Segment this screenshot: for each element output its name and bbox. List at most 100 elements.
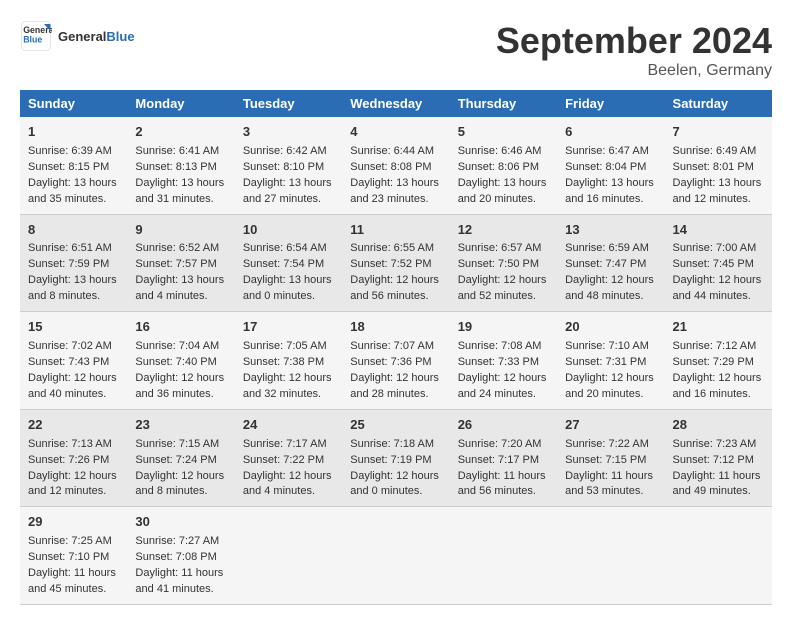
calendar-cell — [450, 507, 557, 605]
day-info: Daylight: 13 hours — [350, 176, 441, 192]
day-info: Sunrise: 6:55 AM — [350, 241, 441, 257]
title-block: September 2024 Beelen, Germany — [496, 20, 772, 80]
calendar-cell: 18Sunrise: 7:07 AMSunset: 7:36 PMDayligh… — [342, 312, 449, 410]
day-number: 23 — [135, 416, 226, 435]
day-info: Daylight: 12 hours — [135, 469, 226, 485]
calendar-cell: 9Sunrise: 6:52 AMSunset: 7:57 PMDaylight… — [127, 214, 234, 312]
day-info: Sunset: 7:22 PM — [243, 453, 334, 469]
day-info: Sunset: 8:01 PM — [673, 160, 764, 176]
day-info: Sunrise: 6:46 AM — [458, 144, 549, 160]
day-info: and 12 minutes. — [28, 484, 119, 500]
day-info: Daylight: 13 hours — [28, 273, 119, 289]
day-info: and 16 minutes. — [673, 387, 764, 403]
calendar-cell: 3Sunrise: 6:42 AMSunset: 8:10 PMDaylight… — [235, 117, 342, 214]
day-info: and 23 minutes. — [350, 192, 441, 208]
calendar-week-row: 1Sunrise: 6:39 AMSunset: 8:15 PMDaylight… — [20, 117, 772, 214]
day-info: Daylight: 13 hours — [243, 273, 334, 289]
day-info: Sunset: 8:08 PM — [350, 160, 441, 176]
day-info: Daylight: 12 hours — [243, 371, 334, 387]
calendar-cell: 20Sunrise: 7:10 AMSunset: 7:31 PMDayligh… — [557, 312, 664, 410]
calendar-cell — [665, 507, 772, 605]
weekday-header: Sunday — [20, 90, 127, 117]
day-info: and 24 minutes. — [458, 387, 549, 403]
day-info: Daylight: 12 hours — [350, 273, 441, 289]
calendar-cell: 5Sunrise: 6:46 AMSunset: 8:06 PMDaylight… — [450, 117, 557, 214]
day-info: Sunrise: 6:57 AM — [458, 241, 549, 257]
location: Beelen, Germany — [496, 62, 772, 80]
calendar-cell: 30Sunrise: 7:27 AMSunset: 7:08 PMDayligh… — [127, 507, 234, 605]
day-info: Sunset: 8:06 PM — [458, 160, 549, 176]
day-number: 25 — [350, 416, 441, 435]
calendar-cell: 17Sunrise: 7:05 AMSunset: 7:38 PMDayligh… — [235, 312, 342, 410]
calendar-cell: 1Sunrise: 6:39 AMSunset: 8:15 PMDaylight… — [20, 117, 127, 214]
day-info: and 49 minutes. — [673, 484, 764, 500]
day-info: Sunset: 7:38 PM — [243, 355, 334, 371]
day-info: Sunset: 7:50 PM — [458, 257, 549, 273]
day-info: Sunrise: 7:12 AM — [673, 339, 764, 355]
day-info: Sunset: 7:47 PM — [565, 257, 656, 273]
calendar-cell: 6Sunrise: 6:47 AMSunset: 8:04 PMDaylight… — [557, 117, 664, 214]
calendar-cell: 28Sunrise: 7:23 AMSunset: 7:12 PMDayligh… — [665, 409, 772, 507]
day-info: and 45 minutes. — [28, 582, 119, 598]
calendar-cell: 19Sunrise: 7:08 AMSunset: 7:33 PMDayligh… — [450, 312, 557, 410]
day-info: Daylight: 11 hours — [28, 566, 119, 582]
day-info: Sunset: 7:31 PM — [565, 355, 656, 371]
day-number: 24 — [243, 416, 334, 435]
day-info: Sunset: 7:17 PM — [458, 453, 549, 469]
day-info: Daylight: 12 hours — [28, 371, 119, 387]
page-header: General Blue GeneralBlue September 2024 … — [20, 20, 772, 80]
day-info: Sunrise: 6:52 AM — [135, 241, 226, 257]
calendar-cell: 10Sunrise: 6:54 AMSunset: 7:54 PMDayligh… — [235, 214, 342, 312]
day-info: Sunrise: 7:07 AM — [350, 339, 441, 355]
day-info: and 48 minutes. — [565, 289, 656, 305]
day-info: Daylight: 12 hours — [565, 273, 656, 289]
day-info: and 28 minutes. — [350, 387, 441, 403]
day-info: and 36 minutes. — [135, 387, 226, 403]
day-info: Sunrise: 7:02 AM — [28, 339, 119, 355]
day-info: Sunrise: 7:10 AM — [565, 339, 656, 355]
day-number: 26 — [458, 416, 549, 435]
day-info: and 32 minutes. — [243, 387, 334, 403]
day-info: Daylight: 12 hours — [458, 371, 549, 387]
day-info: Daylight: 12 hours — [565, 371, 656, 387]
day-info: and 8 minutes. — [28, 289, 119, 305]
day-number: 30 — [135, 513, 226, 532]
day-info: Daylight: 11 hours — [135, 566, 226, 582]
calendar-table: SundayMondayTuesdayWednesdayThursdayFrid… — [20, 90, 772, 605]
day-number: 19 — [458, 318, 549, 337]
calendar-cell: 13Sunrise: 6:59 AMSunset: 7:47 PMDayligh… — [557, 214, 664, 312]
calendar-cell: 27Sunrise: 7:22 AMSunset: 7:15 PMDayligh… — [557, 409, 664, 507]
day-number: 16 — [135, 318, 226, 337]
day-number: 27 — [565, 416, 656, 435]
calendar-cell: 26 Sunrise: 7:20 AMSunset: 7:17 PMDayligh… — [450, 409, 557, 507]
day-number: 12 — [458, 221, 549, 240]
day-info: Sunset: 7:57 PM — [135, 257, 226, 273]
day-info: Daylight: 12 hours — [135, 371, 226, 387]
day-info: Sunset: 7:52 PM — [350, 257, 441, 273]
day-info: Sunrise: 6:39 AM — [28, 144, 119, 160]
day-number: 2 — [135, 123, 226, 142]
day-info: Daylight: 12 hours — [350, 371, 441, 387]
day-info: Daylight: 11 hours — [458, 469, 549, 485]
day-info: and 16 minutes. — [565, 192, 656, 208]
day-info: and 40 minutes. — [28, 387, 119, 403]
weekday-header: Saturday — [665, 90, 772, 117]
calendar-cell: 14Sunrise: 7:00 AMSunset: 7:45 PMDayligh… — [665, 214, 772, 312]
day-info: Sunset: 7:12 PM — [673, 453, 764, 469]
day-info: Daylight: 13 hours — [135, 273, 226, 289]
day-info: Daylight: 13 hours — [135, 176, 226, 192]
day-number: 29 — [28, 513, 119, 532]
day-number: 9 — [135, 221, 226, 240]
weekday-header-row: SundayMondayTuesdayWednesdayThursdayFrid… — [20, 90, 772, 117]
calendar-cell — [235, 507, 342, 605]
day-info: Sunset: 7:59 PM — [28, 257, 119, 273]
day-number: 6 — [565, 123, 656, 142]
day-info: Sunset: 7:10 PM — [28, 550, 119, 566]
day-info: and 12 minutes. — [673, 192, 764, 208]
day-info: Sunset: 7:33 PM — [458, 355, 549, 371]
day-info: Sunrise: 7:20 AM — [458, 437, 549, 453]
day-info: Daylight: 13 hours — [243, 176, 334, 192]
day-info: Sunset: 7:54 PM — [243, 257, 334, 273]
weekday-header: Monday — [127, 90, 234, 117]
day-info: and 35 minutes. — [28, 192, 119, 208]
